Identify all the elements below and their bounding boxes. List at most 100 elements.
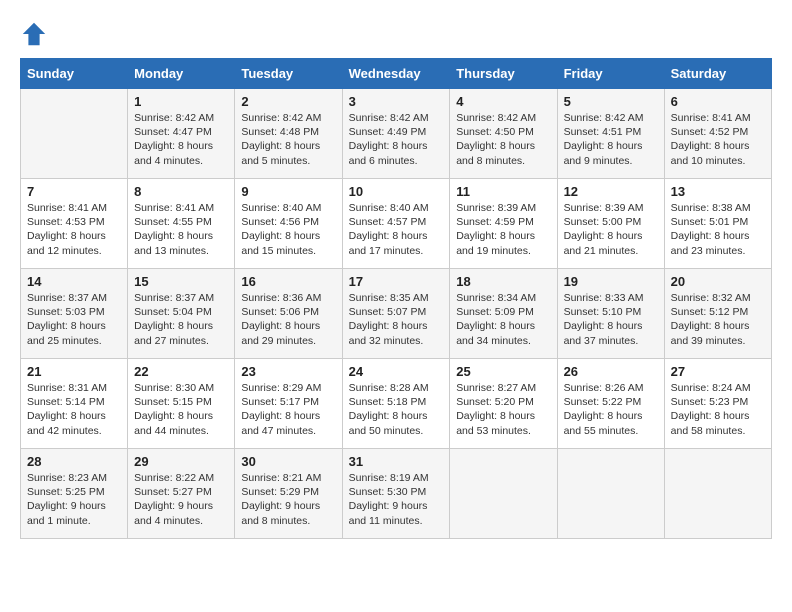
cell-content: Sunrise: 8:23 AM Sunset: 5:25 PM Dayligh… [27,471,121,528]
week-row-4: 21Sunrise: 8:31 AM Sunset: 5:14 PM Dayli… [21,359,772,449]
cell-content: Sunrise: 8:22 AM Sunset: 5:27 PM Dayligh… [134,471,228,528]
cell-content: Sunrise: 8:42 AM Sunset: 4:47 PM Dayligh… [134,111,228,168]
day-header-sunday: Sunday [21,59,128,89]
calendar-cell: 26 Sunrise: 8:26 AM Sunset: 5:22 PM Dayli… [557,359,664,449]
cell-content: Sunrise: 8:27 AM Sunset: 5:20 PM Dayligh… [456,381,550,438]
day-number: 18 [456,274,550,289]
cell-content: Sunrise: 8:21 AM Sunset: 5:29 PM Dayligh… [241,471,335,528]
calendar-cell: 3 Sunrise: 8:42 AM Sunset: 4:49 PM Daylig… [342,89,450,179]
calendar-cell: 27 Sunrise: 8:24 AM Sunset: 5:23 PM Dayli… [664,359,771,449]
calendar-cell: 6 Sunrise: 8:41 AM Sunset: 4:52 PM Daylig… [664,89,771,179]
cell-content: Sunrise: 8:33 AM Sunset: 5:10 PM Dayligh… [564,291,658,348]
day-number: 4 [456,94,550,109]
cell-content: Sunrise: 8:24 AM Sunset: 5:23 PM Dayligh… [671,381,765,438]
calendar-cell: 10Sunrise: 8:40 AM Sunset: 4:57 PM Dayli… [342,179,450,269]
day-header-tuesday: Tuesday [235,59,342,89]
cell-content: Sunrise: 8:26 AM Sunset: 5:22 PM Dayligh… [564,381,658,438]
calendar-cell: 18 Sunrise: 8:34 AM Sunset: 5:09 PM Dayli… [450,269,557,359]
cell-content: Sunrise: 8:41 AM Sunset: 4:53 PM Dayligh… [27,201,121,258]
day-number: 30 [241,454,335,469]
calendar-cell: 31Sunrise: 8:19 AM Sunset: 5:30 PM Dayli… [342,449,450,539]
calendar-cell: 22 Sunrise: 8:30 AM Sunset: 5:15 PM Dayli… [128,359,235,449]
calendar-cell [21,89,128,179]
cell-content: Sunrise: 8:40 AM Sunset: 4:57 PM Dayligh… [349,201,444,258]
cell-content: Sunrise: 8:38 AM Sunset: 5:01 PM Dayligh… [671,201,765,258]
day-header-friday: Friday [557,59,664,89]
calendar-cell [664,449,771,539]
calendar-cell: 17Sunrise: 8:35 AM Sunset: 5:07 PM Dayli… [342,269,450,359]
day-number: 11 [456,184,550,199]
day-number: 6 [671,94,765,109]
logo [20,20,52,48]
cell-content: Sunrise: 8:40 AM Sunset: 4:56 PM Dayligh… [241,201,335,258]
calendar-cell [450,449,557,539]
cell-content: Sunrise: 8:34 AM Sunset: 5:09 PM Dayligh… [456,291,550,348]
calendar-cell: 8 Sunrise: 8:41 AM Sunset: 4:55 PM Daylig… [128,179,235,269]
week-row-2: 7 Sunrise: 8:41 AM Sunset: 4:53 PM Daylig… [21,179,772,269]
cell-content: Sunrise: 8:32 AM Sunset: 5:12 PM Dayligh… [671,291,765,348]
cell-content: Sunrise: 8:42 AM Sunset: 4:51 PM Dayligh… [564,111,658,168]
week-row-1: 1 Sunrise: 8:42 AM Sunset: 4:47 PM Daylig… [21,89,772,179]
week-row-5: 28 Sunrise: 8:23 AM Sunset: 5:25 PM Dayli… [21,449,772,539]
calendar-cell: 1 Sunrise: 8:42 AM Sunset: 4:47 PM Daylig… [128,89,235,179]
cell-content: Sunrise: 8:42 AM Sunset: 4:49 PM Dayligh… [349,111,444,168]
cell-content: Sunrise: 8:41 AM Sunset: 4:52 PM Dayligh… [671,111,765,168]
day-number: 20 [671,274,765,289]
day-number: 21 [27,364,121,379]
calendar-table: SundayMondayTuesdayWednesdayThursdayFrid… [20,58,772,539]
day-number: 16 [241,274,335,289]
cell-content: Sunrise: 8:19 AM Sunset: 5:30 PM Dayligh… [349,471,444,528]
calendar-cell [557,449,664,539]
calendar-cell: 16 Sunrise: 8:36 AM Sunset: 5:06 PM Dayli… [235,269,342,359]
calendar-header: SundayMondayTuesdayWednesdayThursdayFrid… [21,59,772,89]
calendar-cell: 9 Sunrise: 8:40 AM Sunset: 4:56 PM Daylig… [235,179,342,269]
calendar-cell: 15Sunrise: 8:37 AM Sunset: 5:04 PM Dayli… [128,269,235,359]
week-row-3: 14 Sunrise: 8:37 AM Sunset: 5:03 PM Dayli… [21,269,772,359]
day-number: 15 [134,274,228,289]
calendar-cell: 20 Sunrise: 8:32 AM Sunset: 5:12 PM Dayli… [664,269,771,359]
calendar-cell: 30 Sunrise: 8:21 AM Sunset: 5:29 PM Dayli… [235,449,342,539]
day-number: 13 [671,184,765,199]
cell-content: Sunrise: 8:41 AM Sunset: 4:55 PM Dayligh… [134,201,228,258]
day-number: 22 [134,364,228,379]
cell-content: Sunrise: 8:28 AM Sunset: 5:18 PM Dayligh… [349,381,444,438]
day-header-wednesday: Wednesday [342,59,450,89]
header-row: SundayMondayTuesdayWednesdayThursdayFrid… [21,59,772,89]
day-number: 17 [349,274,444,289]
calendar-cell: 19 Sunrise: 8:33 AM Sunset: 5:10 PM Dayli… [557,269,664,359]
cell-content: Sunrise: 8:36 AM Sunset: 5:06 PM Dayligh… [241,291,335,348]
calendar-cell: 28 Sunrise: 8:23 AM Sunset: 5:25 PM Dayli… [21,449,128,539]
day-number: 23 [241,364,335,379]
cell-content: Sunrise: 8:39 AM Sunset: 4:59 PM Dayligh… [456,201,550,258]
logo-icon [20,20,48,48]
day-number: 7 [27,184,121,199]
cell-content: Sunrise: 8:29 AM Sunset: 5:17 PM Dayligh… [241,381,335,438]
day-number: 19 [564,274,658,289]
calendar-cell: 4 Sunrise: 8:42 AM Sunset: 4:50 PM Daylig… [450,89,557,179]
page-header [20,20,772,48]
day-number: 14 [27,274,121,289]
calendar-cell: 25Sunrise: 8:27 AM Sunset: 5:20 PM Dayli… [450,359,557,449]
day-number: 27 [671,364,765,379]
calendar-cell: 21Sunrise: 8:31 AM Sunset: 5:14 PM Dayli… [21,359,128,449]
day-number: 12 [564,184,658,199]
calendar-cell: 14 Sunrise: 8:37 AM Sunset: 5:03 PM Dayli… [21,269,128,359]
calendar-cell: 13 Sunrise: 8:38 AM Sunset: 5:01 PM Dayli… [664,179,771,269]
calendar-body: 1 Sunrise: 8:42 AM Sunset: 4:47 PM Daylig… [21,89,772,539]
day-number: 9 [241,184,335,199]
calendar-cell: 24Sunrise: 8:28 AM Sunset: 5:18 PM Dayli… [342,359,450,449]
cell-content: Sunrise: 8:30 AM Sunset: 5:15 PM Dayligh… [134,381,228,438]
calendar-cell: 23 Sunrise: 8:29 AM Sunset: 5:17 PM Dayli… [235,359,342,449]
day-number: 28 [27,454,121,469]
cell-content: Sunrise: 8:42 AM Sunset: 4:50 PM Dayligh… [456,111,550,168]
day-number: 1 [134,94,228,109]
day-number: 8 [134,184,228,199]
day-number: 5 [564,94,658,109]
calendar-cell: 12Sunrise: 8:39 AM Sunset: 5:00 PM Dayli… [557,179,664,269]
day-number: 3 [349,94,444,109]
day-number: 26 [564,364,658,379]
calendar-cell: 11 Sunrise: 8:39 AM Sunset: 4:59 PM Dayli… [450,179,557,269]
calendar-cell: 2Sunrise: 8:42 AM Sunset: 4:48 PM Daylig… [235,89,342,179]
calendar-cell: 5 Sunrise: 8:42 AM Sunset: 4:51 PM Daylig… [557,89,664,179]
cell-content: Sunrise: 8:37 AM Sunset: 5:03 PM Dayligh… [27,291,121,348]
